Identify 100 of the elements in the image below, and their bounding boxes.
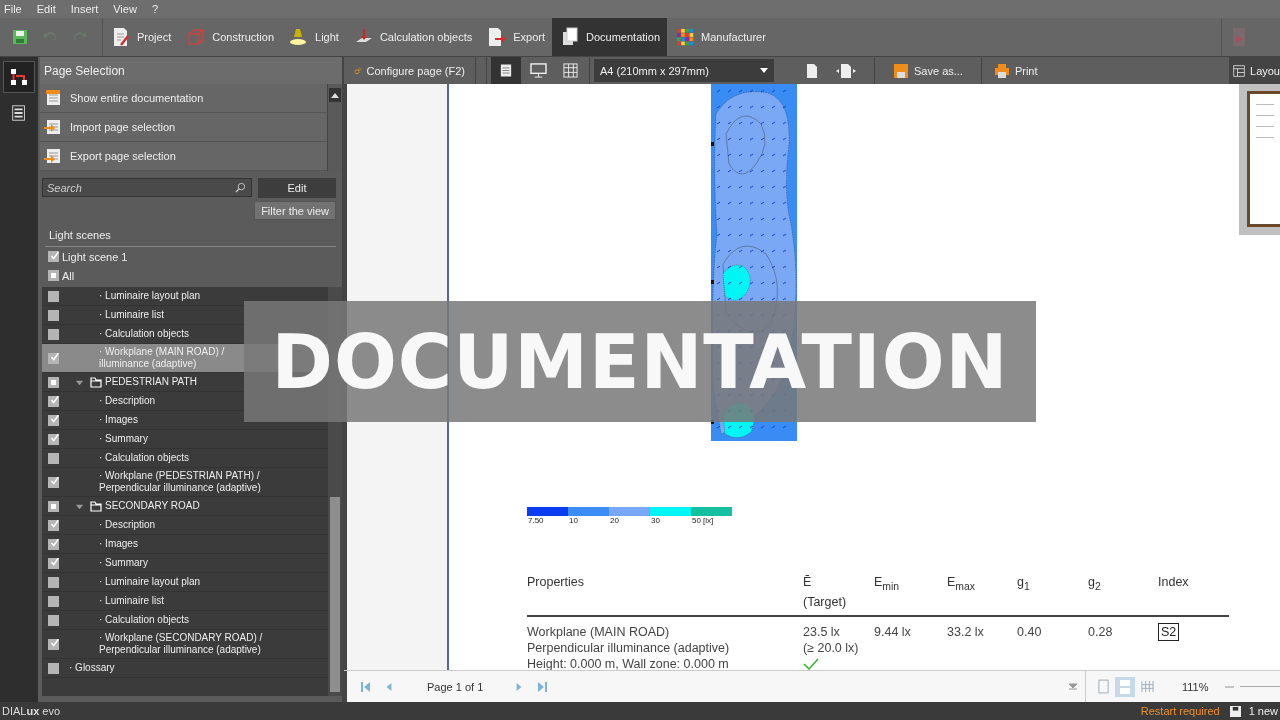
folder-icon (90, 376, 102, 388)
ribbon-tab[interactable]: Calculation objects (345, 18, 480, 56)
checkbox[interactable] (48, 395, 59, 407)
edit-button[interactable]: Edit (258, 178, 336, 198)
filter-button[interactable]: Filter the view (254, 201, 336, 220)
tree-item[interactable]: SECONDARY ROAD (105, 498, 206, 514)
table-cell-text: 9.44 lx (874, 624, 912, 641)
page-arrows-icon[interactable] (836, 62, 856, 79)
tree-item[interactable]: · Workplane (PEDESTRIAN PATH) / Perpendicular illuminance (adaptive) (99, 468, 267, 496)
print-button[interactable]: Print (981, 57, 1050, 84)
folder-icon (90, 500, 102, 512)
printer-icon (993, 62, 1010, 79)
checkbox[interactable] (48, 270, 59, 281)
tree-item[interactable]: · Description (99, 517, 162, 533)
layout-icon (1233, 62, 1245, 79)
scrollbar-thumb[interactable] (330, 497, 340, 692)
page-size-dropdown[interactable]: A4 (210mm x 297mm) (594, 59, 774, 82)
checkbox[interactable] (48, 576, 59, 588)
checkbox[interactable] (48, 500, 59, 512)
checkbox[interactable] (48, 614, 59, 626)
ribbon-tab[interactable]: Construction (178, 18, 281, 56)
checkbox[interactable] (48, 662, 59, 674)
menu-item[interactable]: View (113, 3, 137, 15)
save-icon[interactable] (12, 29, 28, 45)
index-badge: S2 (1158, 623, 1180, 641)
checkbox[interactable] (48, 328, 59, 340)
export-icon (487, 27, 508, 47)
page-view-button[interactable] (491, 57, 521, 84)
page-icon (500, 63, 512, 78)
restart-notice[interactable]: Restart required (1140, 705, 1220, 717)
column-header: E$_{max}$ (947, 574, 976, 594)
checkbox[interactable] (48, 538, 59, 550)
tree-item[interactable]: · Luminaire layout plan (99, 574, 207, 590)
page-indicator: Page 1 of 1 (427, 680, 484, 693)
ribbon-tab[interactable]: Light (281, 18, 346, 56)
checkbox[interactable] (48, 251, 59, 262)
checkbox[interactable] (48, 352, 59, 364)
table-cell-text: 33.2 lx (947, 624, 985, 641)
tree-item[interactable]: · Calculation objects (99, 612, 196, 628)
notification-text[interactable]: 1 new (1248, 705, 1278, 717)
scroll-down-icon[interactable] (1069, 682, 1077, 691)
table-cell-text: Workplane (MAIN ROAD) Perpendicular illuminance (adaptive) Height: 0.000 m, Wall zone: 0.000 m (527, 624, 731, 670)
tree-item[interactable]: · Calculation objects (99, 326, 196, 342)
checkbox[interactable] (48, 433, 59, 445)
checkbox[interactable] (48, 376, 59, 388)
document-pen-icon (111, 27, 131, 47)
checkbox[interactable] (48, 414, 59, 426)
tree-item[interactable]: · Glossary (69, 660, 121, 676)
checkbox[interactable] (48, 638, 59, 650)
menu-item[interactable]: File (4, 3, 22, 15)
checkbox[interactable] (48, 557, 59, 569)
lamp-icon (289, 27, 309, 47)
list-icon (10, 103, 28, 123)
column-header: g$_{2}$ (1088, 574, 1102, 594)
checkbox[interactable] (48, 519, 59, 531)
checkbox[interactable] (48, 595, 59, 607)
menu-item[interactable]: ? (151, 3, 158, 15)
action-item[interactable]: Show entire documentation (40, 84, 327, 113)
tree-item[interactable]: · Images (99, 412, 144, 428)
ribbon-tab[interactable]: Project (103, 18, 179, 56)
table-cell: 23.5 lx (≥ 20.0 lx) (803, 624, 859, 656)
new-page-icon[interactable] (806, 62, 818, 79)
legend-label: 50 [lx] (691, 516, 715, 525)
save-icon[interactable] (1229, 705, 1241, 717)
menu-item[interactable]: Edit (36, 3, 56, 15)
scroll-up-icon[interactable] (329, 88, 341, 102)
search-field[interactable]: Search (42, 178, 252, 197)
ribbon-tab[interactable]: Documentation (552, 18, 667, 56)
tree-item[interactable]: · Images (99, 536, 144, 552)
section-heading: Light scenes (45, 226, 336, 247)
table-icon (562, 63, 578, 78)
layout-button[interactable]: Layou (1229, 57, 1280, 84)
color-grid-icon (675, 27, 695, 47)
panel-title: Page Selection (40, 57, 342, 84)
tree-item[interactable]: · Luminaire layout plan (99, 288, 207, 304)
ribbon-tab[interactable]: Export (479, 18, 552, 56)
tree-item[interactable]: · Summary (99, 431, 154, 447)
tree-item[interactable]: · Summary (99, 555, 154, 571)
menu-item[interactable]: Insert (70, 3, 99, 15)
checkbox[interactable] (48, 309, 59, 321)
tree-item[interactable]: · Luminaire list (99, 307, 171, 323)
tree-diagram-button[interactable] (3, 61, 35, 93)
legend-label: 30 (650, 516, 661, 525)
action-item[interactable]: Import page selection (40, 113, 327, 142)
search-icon[interactable] (235, 182, 246, 193)
tree-item[interactable]: · Luminaire list (99, 593, 171, 609)
tree-item[interactable]: PEDESTRIAN PATH (105, 374, 203, 390)
ribbon-tab[interactable]: Manufacturer (667, 18, 773, 56)
monitor-icon (529, 63, 547, 78)
tree-item[interactable]: · Calculation objects (99, 450, 196, 466)
product-name: DIALux evo (2, 705, 61, 717)
checkbox[interactable] (48, 476, 59, 488)
zoom-level: 111% (1182, 680, 1209, 693)
action-item[interactable]: Export page selection (40, 142, 327, 171)
pages-icon (560, 27, 580, 47)
checkbox[interactable] (48, 290, 59, 302)
checkbox[interactable] (48, 452, 59, 464)
legend-label: 10 (568, 516, 579, 525)
tree-item[interactable]: · Workplane (SECONDARY ROAD) / Perpendicular illuminance (adaptive) (99, 630, 269, 658)
tree-item[interactable]: · Description (99, 393, 162, 409)
